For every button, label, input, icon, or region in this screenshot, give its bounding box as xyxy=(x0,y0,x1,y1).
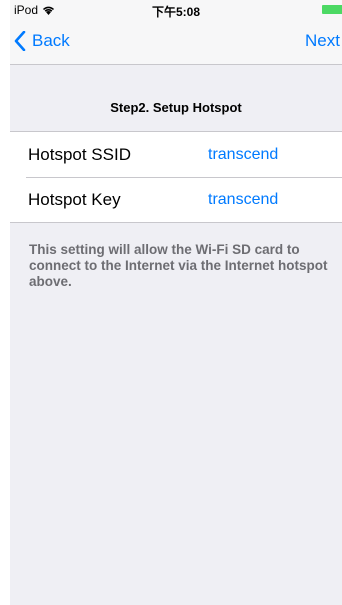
hotspot-ssid-value[interactable]: transcend xyxy=(208,146,278,164)
status-bar: iPod 下午5:08 xyxy=(10,0,342,20)
hotspot-key-label: Hotspot Key xyxy=(28,189,121,209)
hotspot-key-value[interactable]: transcend xyxy=(208,191,278,209)
battery-icon xyxy=(322,5,342,14)
footer-description: This setting will allow the Wi-Fi SD car… xyxy=(29,242,328,289)
chevron-left-icon xyxy=(14,31,26,51)
screen: iPod 下午5:08 Back Next Step2. Setup Hotsp… xyxy=(10,0,342,605)
section-title: Step2. Setup Hotspot xyxy=(110,100,242,115)
hotspot-ssid-label: Hotspot SSID xyxy=(28,144,131,164)
back-label: Back xyxy=(32,31,70,50)
next-button[interactable]: Next xyxy=(305,31,340,51)
hotspot-key-row[interactable]: Hotspot Key transcend xyxy=(10,177,342,222)
settings-table: Hotspot SSID transcend Hotspot Key trans… xyxy=(10,131,342,223)
hotspot-ssid-row[interactable]: Hotspot SSID transcend xyxy=(10,132,342,177)
back-button[interactable]: Back xyxy=(14,31,70,51)
navigation-bar: Back Next xyxy=(10,20,342,65)
status-time: 下午5:08 xyxy=(151,5,201,19)
